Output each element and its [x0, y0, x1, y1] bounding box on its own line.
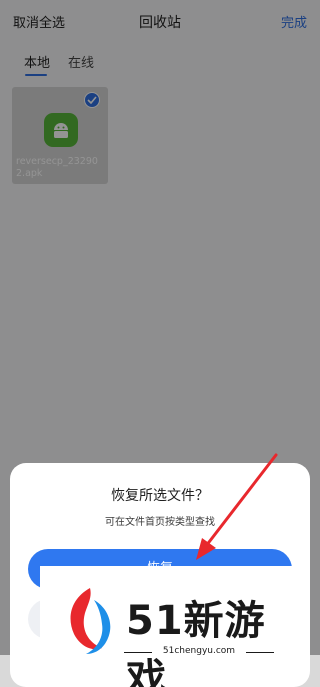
dialog-subtitle: 可在文件首页按类型查找 — [105, 517, 215, 528]
watermark-logo-icon — [70, 588, 111, 654]
watermark-url-text: 51chengyu.com — [162, 646, 236, 656]
watermark-brand: 51新游戏 — [126, 598, 266, 687]
watermark-url: 51chengyu.com — [124, 646, 274, 658]
watermark: 51新游戏 51chengyu.com — [40, 566, 294, 687]
url-rule-right — [246, 652, 274, 653]
dialog-title: 恢复所选文件？ — [111, 488, 209, 504]
